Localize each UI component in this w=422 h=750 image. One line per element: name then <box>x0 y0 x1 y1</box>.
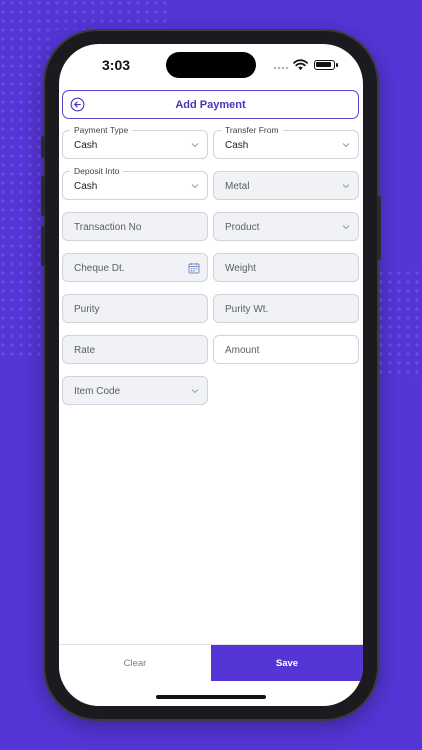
deposit-into-label: Deposit Into <box>70 166 124 177</box>
chevron-down-icon <box>191 143 199 148</box>
wifi-icon <box>293 59 308 71</box>
metal-select[interactable]: Metal <box>213 171 359 200</box>
product-placeholder: Product <box>225 222 260 233</box>
dynamic-island <box>166 52 256 78</box>
page-title: Add Payment <box>175 98 246 111</box>
rate-placeholder: Rate <box>74 345 96 356</box>
phone-volume-down <box>41 226 45 266</box>
weight-placeholder: Weight <box>225 263 256 274</box>
rate-input[interactable]: Rate <box>62 335 208 364</box>
back-arrow-circle-icon[interactable] <box>70 97 85 112</box>
chevron-down-icon <box>191 389 199 394</box>
transaction-no-input[interactable]: Transaction No <box>62 212 208 241</box>
metal-placeholder: Metal <box>225 181 250 192</box>
chevron-down-icon <box>342 143 350 148</box>
amount-input[interactable]: Amount <box>213 335 359 364</box>
item-code-placeholder: Item Code <box>74 386 121 397</box>
purity-wt-placeholder: Purity Wt. <box>225 304 269 315</box>
calendar-icon[interactable] <box>188 262 200 274</box>
amount-placeholder: Amount <box>225 345 260 356</box>
phone-volume-up <box>41 176 45 216</box>
phone-frame: 3:03 Add Payment Payment Type Cash Trans… <box>41 31 381 719</box>
deposit-into-value: Cash <box>74 181 98 192</box>
deposit-into-select[interactable]: Deposit Into Cash <box>62 166 208 200</box>
weight-input[interactable]: Weight <box>213 253 359 282</box>
cheque-date-placeholder: Cheque Dt. <box>74 263 125 274</box>
status-bar: 3:03 <box>59 44 363 88</box>
payment-type-label: Payment Type <box>70 125 133 136</box>
product-select[interactable]: Product <box>213 212 359 241</box>
app-screen: 3:03 Add Payment Payment Type Cash Trans… <box>59 44 363 706</box>
purity-wt-input[interactable]: Purity Wt. <box>213 294 359 323</box>
purity-input[interactable]: Purity <box>62 294 208 323</box>
clear-button[interactable]: Clear <box>59 645 211 681</box>
save-button[interactable]: Save <box>211 645 363 681</box>
battery-tip <box>336 63 338 67</box>
purity-placeholder: Purity <box>74 304 100 315</box>
chevron-down-icon <box>191 184 199 189</box>
cheque-date-input[interactable]: Cheque Dt. <box>62 253 208 282</box>
phone-side-button <box>41 136 45 158</box>
footer-actions: Clear Save <box>59 644 363 681</box>
battery-icon <box>314 60 335 70</box>
transfer-from-value: Cash <box>225 140 249 151</box>
chevron-down-icon <box>342 184 350 189</box>
transfer-from-label: Transfer From <box>221 125 283 136</box>
chevron-down-icon <box>342 225 350 230</box>
signal-icon <box>273 66 289 70</box>
payment-type-value: Cash <box>74 140 98 151</box>
payment-type-select[interactable]: Payment Type Cash <box>62 125 208 159</box>
page-header: Add Payment <box>62 90 359 119</box>
phone-power-button <box>377 196 381 260</box>
home-indicator[interactable] <box>156 695 266 699</box>
transfer-from-select[interactable]: Transfer From Cash <box>213 125 359 159</box>
item-code-select[interactable]: Item Code <box>62 376 208 405</box>
status-time: 3:03 <box>102 57 131 73</box>
transaction-no-placeholder: Transaction No <box>74 222 142 233</box>
